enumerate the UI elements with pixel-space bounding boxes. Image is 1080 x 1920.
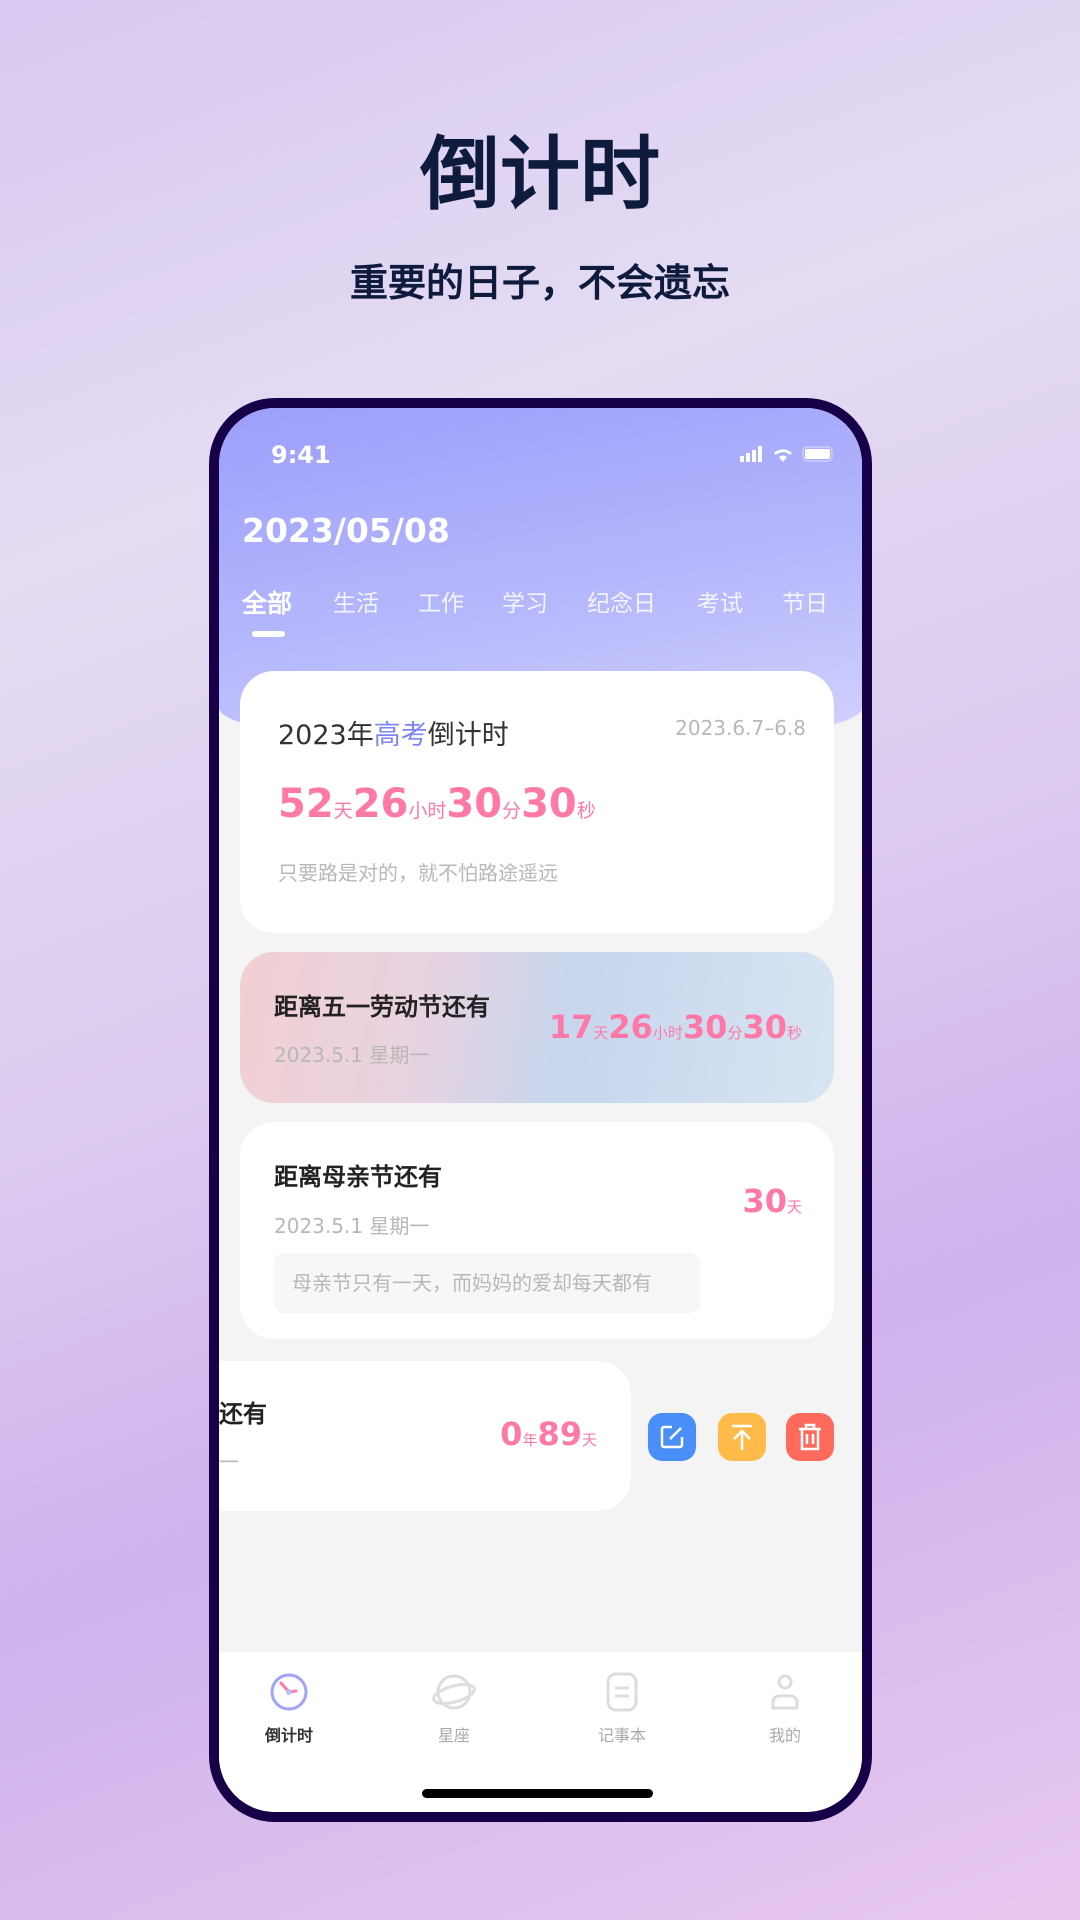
card-title: 还有 (219, 1400, 267, 1428)
trash-icon (799, 1423, 821, 1451)
home-indicator (422, 1789, 653, 1798)
promo-title: 倒计时 (420, 128, 660, 221)
card-date: 一 (219, 1450, 239, 1474)
signal-icon (740, 446, 762, 462)
phone-frame: 9:41 2023/05/08 全部 生活 工作 学习 纪念日 考试 节日 20… (209, 398, 872, 1822)
card-title: 距离母亲节还有 (274, 1163, 442, 1191)
tab-indicator (252, 631, 285, 637)
battery-icon (802, 446, 833, 462)
pin-top-icon (732, 1424, 752, 1450)
countdown-value: 17天26小时30分30秒 (548, 1008, 802, 1046)
tabbar-countdown[interactable]: 倒计时 (239, 1672, 339, 1746)
card-date-range: 2023.6.7–6.8 (675, 716, 806, 740)
tab-study[interactable]: 学习 (502, 584, 548, 618)
countdown-value: 0年89天 (500, 1415, 597, 1453)
delete-button[interactable] (786, 1413, 834, 1461)
countdown-card-labor-day[interactable]: 距离五一劳动节还有 2023.5.1 星期一 17天26小时30分30秒 (240, 952, 834, 1103)
countdown-value: 30天 (742, 1182, 802, 1220)
clock-icon (270, 1673, 308, 1711)
user-icon (771, 1674, 799, 1710)
edit-button[interactable] (648, 1413, 696, 1461)
tab-all[interactable]: 全部 (242, 584, 292, 620)
countdown-card-mothers-day[interactable]: 距离母亲节还有 2023.5.1 星期一 30天 母亲节只有一天，而妈妈的爱却每… (240, 1122, 834, 1339)
promo-subtitle: 重要的日子，不会遗忘 (349, 261, 730, 305)
card-date: 2023.5.1 星期一 (274, 1043, 430, 1067)
wifi-icon (774, 449, 792, 462)
tabbar-horoscope[interactable]: 星座 (404, 1672, 504, 1746)
status-time: 9:41 (271, 441, 331, 469)
tab-life[interactable]: 生活 (333, 584, 379, 618)
app-screen: 9:41 2023/05/08 全部 生活 工作 学习 纪念日 考试 节日 20… (219, 408, 862, 1812)
tab-anniversary[interactable]: 纪念日 (587, 584, 656, 618)
countdown-card-gaokao[interactable]: 2023年高考倒计时 2023.6.7–6.8 52天26小时30分30秒 只要… (240, 671, 834, 933)
tab-holiday[interactable]: 节日 (782, 584, 828, 618)
planet-icon (432, 1674, 476, 1710)
status-icons (740, 446, 836, 462)
card-note: 母亲节只有一天，而妈妈的爱却每天都有 (274, 1253, 700, 1313)
pin-top-button[interactable] (718, 1413, 766, 1461)
countdown-value: 52天26小时30分30秒 (278, 781, 596, 827)
card-date: 2023.5.1 星期一 (274, 1214, 430, 1238)
tab-exam[interactable]: 考试 (697, 584, 743, 618)
card-note: 只要路是对的，就不怕路途遥远 (278, 861, 558, 885)
tab-work[interactable]: 工作 (418, 584, 464, 618)
edit-icon (660, 1425, 684, 1449)
bottom-tab-bar: 倒计时 星座 记事本 我的 (219, 1652, 862, 1812)
card-title: 2023年高考倒计时 (278, 720, 509, 751)
notebook-icon (606, 1672, 638, 1712)
current-date: 2023/05/08 (242, 511, 450, 550)
tabbar-profile[interactable]: 我的 (735, 1672, 835, 1746)
tabbar-notebook[interactable]: 记事本 (572, 1672, 672, 1746)
countdown-card-swiped[interactable]: 还有 一 0年89天 (219, 1361, 631, 1511)
card-title: 距离五一劳动节还有 (274, 993, 490, 1021)
